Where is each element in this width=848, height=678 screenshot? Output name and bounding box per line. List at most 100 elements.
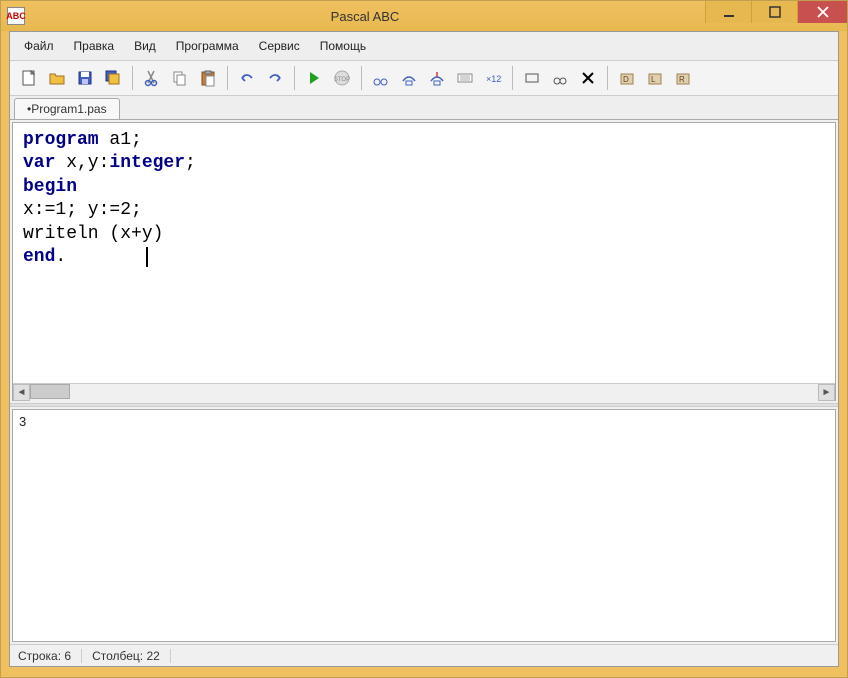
menu-service[interactable]: Сервис xyxy=(251,36,308,56)
maximize-button[interactable] xyxy=(751,1,797,23)
code-text: a1; xyxy=(99,130,142,150)
debug1-button[interactable]: D xyxy=(614,65,640,91)
svg-text:L: L xyxy=(651,75,656,84)
watch-icon xyxy=(456,69,474,87)
tab-program1[interactable]: •Program1.pas xyxy=(14,98,120,119)
run-icon xyxy=(305,69,323,87)
save-all-icon xyxy=(104,69,122,87)
view-button[interactable] xyxy=(547,65,573,91)
watch-button[interactable] xyxy=(452,65,478,91)
code-editor[interactable]: program a1; var x,y:integer; begin x:=1;… xyxy=(13,123,835,383)
menu-program[interactable]: Программа xyxy=(168,36,247,56)
stop-icon: STOP xyxy=(333,69,351,87)
run-button[interactable] xyxy=(301,65,327,91)
code-text: . xyxy=(55,247,66,267)
toolbar-separator xyxy=(227,66,228,90)
svg-text:STOP: STOP xyxy=(334,77,350,83)
close-button[interactable] xyxy=(797,1,847,23)
menu-edit[interactable]: Правка xyxy=(66,36,123,56)
toolbar: STOP ×123 D L R xyxy=(10,61,838,96)
code-text: x,y: xyxy=(55,153,109,173)
svg-text:D: D xyxy=(623,75,629,84)
keyword: var xyxy=(23,153,55,173)
cut-icon xyxy=(143,69,161,87)
delete-icon xyxy=(579,69,597,87)
open-button[interactable] xyxy=(44,65,70,91)
undo-icon xyxy=(238,69,256,87)
save-all-button[interactable] xyxy=(100,65,126,91)
tab-strip: •Program1.pas xyxy=(10,96,838,120)
text-cursor xyxy=(146,247,148,267)
open-folder-icon xyxy=(48,69,66,87)
copy-icon xyxy=(171,69,189,87)
code-text: x:=1; y:=2; xyxy=(23,200,142,220)
minimize-icon xyxy=(723,6,735,18)
step-over-icon xyxy=(400,69,418,87)
maximize-icon xyxy=(769,6,781,18)
status-column: Столбец: 22 xyxy=(92,649,171,663)
save-icon xyxy=(76,69,94,87)
paste-button[interactable] xyxy=(195,65,221,91)
code-text: writeln (x+y) xyxy=(23,224,163,244)
cut-button[interactable] xyxy=(139,65,165,91)
status-line-value: 6 xyxy=(64,649,71,663)
keyword: end xyxy=(23,247,55,267)
toolbar-separator xyxy=(607,66,608,90)
code-text: ; xyxy=(185,153,196,173)
copy-button[interactable] xyxy=(167,65,193,91)
splitter[interactable] xyxy=(10,403,838,407)
main-window: Файл Правка Вид Программа Сервис Помощь … xyxy=(9,31,839,667)
new-file-icon xyxy=(20,69,38,87)
scroll-thumb[interactable] xyxy=(30,384,70,399)
close-icon xyxy=(817,6,829,18)
redo-icon xyxy=(266,69,284,87)
window-title: Pascal ABC xyxy=(25,9,705,24)
undo-button[interactable] xyxy=(234,65,260,91)
status-line-label: Строка: xyxy=(18,649,61,663)
step-out-button[interactable] xyxy=(424,65,450,91)
app-icon: ABC xyxy=(7,7,25,25)
eval-button[interactable]: ×123 xyxy=(480,65,506,91)
scroll-track[interactable] xyxy=(30,384,818,401)
toolbar-separator xyxy=(294,66,295,90)
debug1-icon: D xyxy=(618,69,636,87)
save-button[interactable] xyxy=(72,65,98,91)
step-into-button[interactable] xyxy=(368,65,394,91)
status-col-value: 22 xyxy=(146,649,159,663)
debug3-button[interactable]: R xyxy=(670,65,696,91)
new-file-button[interactable] xyxy=(16,65,42,91)
window-buttons xyxy=(705,1,847,31)
stop-button[interactable]: STOP xyxy=(329,65,355,91)
minimize-button[interactable] xyxy=(705,1,751,23)
svg-text:R: R xyxy=(679,75,685,84)
rect-button[interactable] xyxy=(519,65,545,91)
step-out-icon xyxy=(428,69,446,87)
step-into-icon xyxy=(372,69,390,87)
type-keyword: integer xyxy=(109,153,185,173)
step-over-button[interactable] xyxy=(396,65,422,91)
scroll-right-arrow[interactable]: ► xyxy=(818,384,835,401)
scroll-left-arrow[interactable]: ◄ xyxy=(13,384,30,401)
debug2-icon: L xyxy=(646,69,664,87)
output-panel[interactable]: 3 xyxy=(12,409,836,642)
svg-text:×123: ×123 xyxy=(486,74,502,84)
statusbar: Строка: 6 Столбец: 22 xyxy=(10,644,838,666)
status-line: Строка: 6 xyxy=(18,649,82,663)
menubar: Файл Правка Вид Программа Сервис Помощь xyxy=(10,32,838,61)
menu-file[interactable]: Файл xyxy=(16,36,62,56)
toolbar-separator xyxy=(361,66,362,90)
redo-button[interactable] xyxy=(262,65,288,91)
titlebar: ABC Pascal ABC xyxy=(1,1,847,31)
view-icon xyxy=(551,69,569,87)
delete-button[interactable] xyxy=(575,65,601,91)
editor-panel: program a1; var x,y:integer; begin x:=1;… xyxy=(12,122,836,401)
debug2-button[interactable]: L xyxy=(642,65,668,91)
toolbar-separator xyxy=(132,66,133,90)
menu-view[interactable]: Вид xyxy=(126,36,164,56)
menu-help[interactable]: Помощь xyxy=(312,36,374,56)
paste-icon xyxy=(199,69,217,87)
keyword: begin xyxy=(23,177,77,197)
output-text: 3 xyxy=(19,414,26,429)
eval-icon: ×123 xyxy=(484,69,502,87)
horizontal-scrollbar[interactable]: ◄ ► xyxy=(13,383,835,400)
